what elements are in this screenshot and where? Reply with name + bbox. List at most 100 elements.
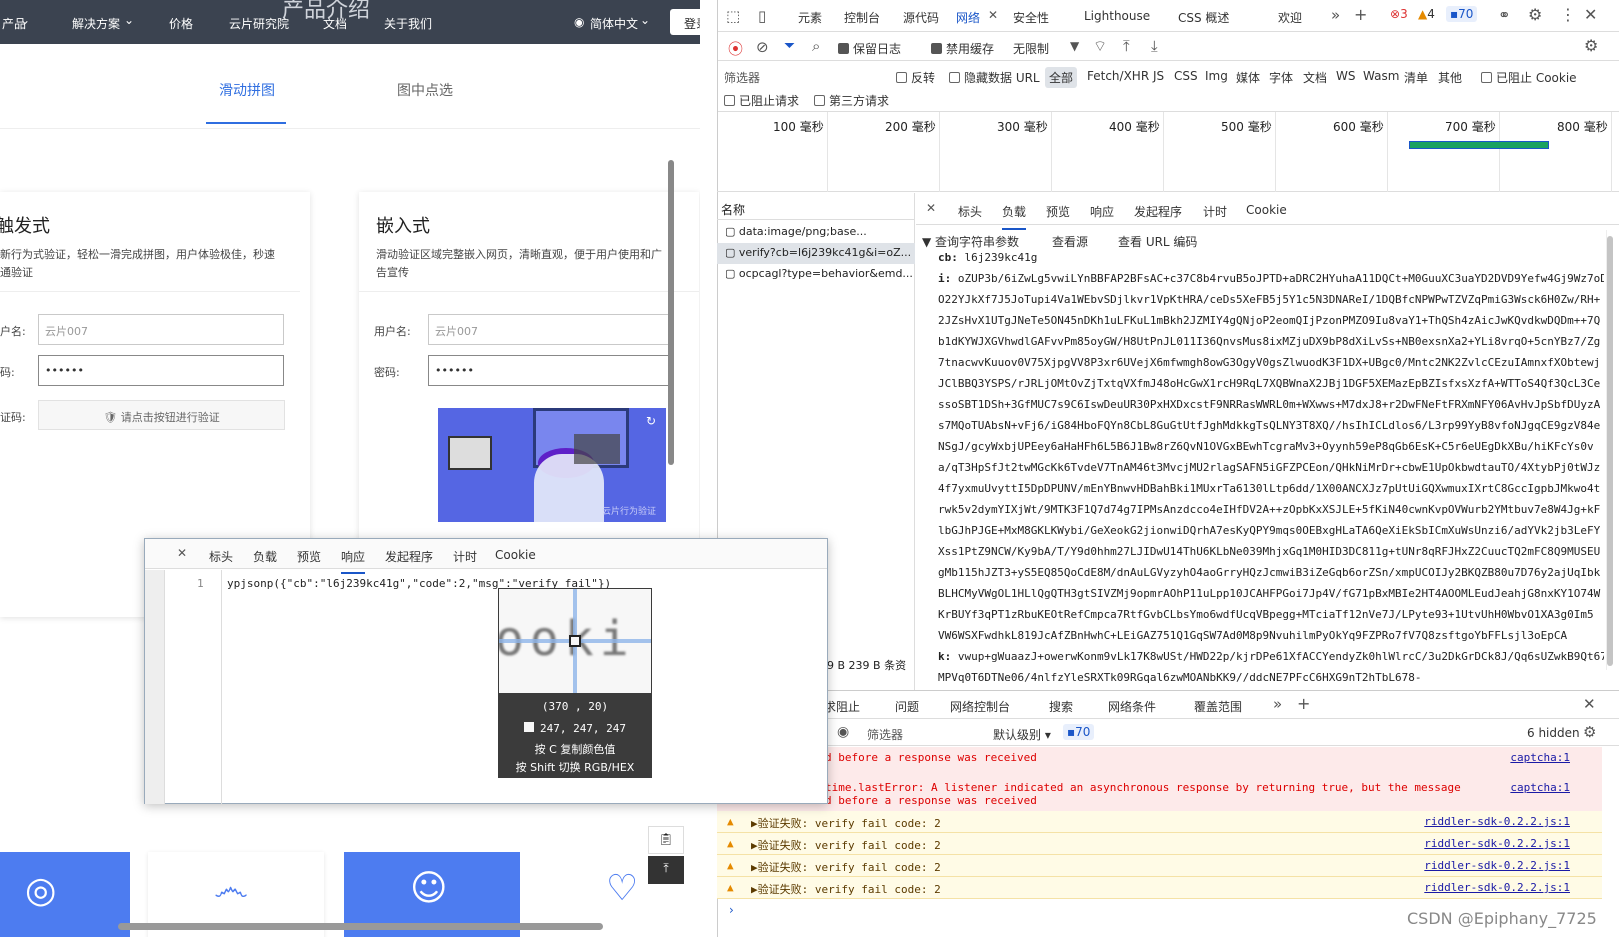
close-devtools-icon[interactable]: ✕ [1584,5,1597,24]
tab-welcome[interactable]: 欢迎 [1278,9,1302,26]
tab-response[interactable]: 响应 [1090,203,1114,220]
network-settings-icon[interactable]: ⚙ [1584,36,1598,55]
source-link[interactable]: riddler-sdk-0.2.2.js:1 [1424,815,1570,828]
filter-media[interactable]: 媒体 [1236,69,1260,86]
clipboard-icon[interactable]: 📋︎ [648,826,684,854]
tab-security[interactable]: 安全性 [1013,9,1049,26]
payload-scrollbar[interactable] [1606,230,1614,670]
tab-initiator[interactable]: 发起程序 [1134,203,1182,220]
third-party-checkbox[interactable]: 第三方请求 [814,92,889,109]
verify-button[interactable]: 🛡︎ 请点击按钮进行验证 [38,400,285,430]
username-input[interactable]: 云片007 [38,314,284,345]
tab-css-overview[interactable]: CSS 概述 [1178,9,1229,26]
inspect-icon[interactable]: ⬚ [726,7,740,25]
gear-icon[interactable]: ⚙ [1528,5,1542,24]
request-item-selected[interactable]: ▢ verify?cb=l6j239kc41g&i=oZ... [717,243,915,264]
request-item[interactable]: ▢ ocpcagl?type=behavior&emd... [717,264,915,285]
clear-icon[interactable]: ⊘ [756,38,769,56]
filter-fetch[interactable]: Fetch/XHR [1087,69,1149,83]
filter-input[interactable]: 筛选器 [724,69,760,86]
nav-solutions[interactable]: 解决方案 [72,15,120,32]
tab-lighthouse[interactable]: Lighthouse [1084,9,1150,23]
username-input[interactable]: 云片007 [428,314,674,345]
eye-icon[interactable]: ◉ [837,724,849,740]
record-icon[interactable]: ⦿ [728,38,743,59]
network-overview-timeline[interactable]: 100 毫秒 200 毫秒 300 毫秒 400 毫秒 500 毫秒 600 毫… [717,112,1619,192]
tab-issues[interactable]: 问题 [895,698,919,715]
filter-manifest[interactable]: 清单 [1404,69,1428,86]
view-source-link[interactable]: 查看源 [1052,233,1088,250]
download-icon[interactable]: ⤓ [1151,37,1158,55]
filter-doc[interactable]: 文档 [1303,69,1327,86]
tab-response[interactable]: 响应 [341,548,366,574]
password-input[interactable]: •••••• [428,355,674,386]
link-icon[interactable]: ⚭ [1498,6,1511,24]
view-url-encoded-link[interactable]: 查看 URL 编码 [1118,233,1197,250]
close-drawer-icon[interactable]: ✕ [1583,695,1596,713]
tab-timing[interactable]: 计时 [1203,203,1227,220]
log-level-select[interactable]: 默认级别 ▾ [993,726,1051,743]
source-link[interactable]: captcha:1 [1510,751,1570,764]
plus-icon[interactable]: + [1297,694,1310,713]
filter-css[interactable]: CSS [1174,69,1198,83]
tab-click-points[interactable]: 图中点选 [397,80,453,100]
page-scrollbar[interactable] [668,160,674,465]
tab-search[interactable]: 搜索 [1049,698,1073,715]
close-detail-icon[interactable]: ✕ [926,201,936,215]
filter-js[interactable]: JS [1153,69,1164,83]
horizontal-scrollbar[interactable] [118,923,603,930]
kebab-menu-icon[interactable]: ⋮ [1560,5,1576,24]
more-tabs-icon[interactable]: » [1273,695,1282,713]
tab-headers[interactable]: 标头 [209,548,233,565]
filter-img[interactable]: Img [1205,69,1228,83]
tab-sources[interactable]: 源代码 [903,9,939,26]
filter-font[interactable]: 字体 [1269,69,1293,86]
back-to-top-icon[interactable]: ⤒ [648,856,684,884]
device-icon[interactable]: ▯ [758,7,766,25]
console-prompt-icon[interactable]: › [729,903,734,917]
request-item[interactable]: ▢ data:image/png;base... [717,222,915,243]
warning-message[interactable]: ▶验证失败: verify fail code: 2 [751,861,941,874]
disable-cache-checkbox[interactable]: 禁用缓存 [931,40,994,57]
hide-data-url-checkbox[interactable]: 隐藏数据 URL [949,69,1040,86]
search-icon[interactable]: ⌕ [812,37,820,55]
filter-ws[interactable]: WS [1336,69,1355,83]
source-link[interactable]: riddler-sdk-0.2.2.js:1 [1424,881,1570,894]
tab-network-conditions[interactable]: 网络条件 [1108,698,1156,715]
source-link[interactable]: riddler-sdk-0.2.2.js:1 [1424,859,1570,872]
source-link[interactable]: captcha:1 [1510,781,1570,794]
console-filter-input[interactable]: 筛选器 [867,726,903,743]
captcha-puzzle-image[interactable]: ↻ 云片行为验证 [438,408,666,522]
tab-network[interactable]: 网络 [956,9,980,26]
wifi-icon[interactable]: ⌔ [1093,37,1107,56]
nav-research[interactable]: 云片研究院 [229,15,289,32]
tab-elements[interactable]: 元素 [798,9,822,26]
upload-icon[interactable]: ⤒ [1123,37,1130,55]
filter-icon[interactable]: ⏷ [784,38,795,54]
source-link[interactable]: riddler-sdk-0.2.2.js:1 [1424,837,1570,850]
throttle-select[interactable]: 无限制 [1013,40,1049,57]
console-message-badge[interactable]: ▪70 [1063,724,1095,740]
more-tabs-icon[interactable]: » [1331,6,1340,24]
nav-price[interactable]: 价格 [169,15,193,32]
tab-preview[interactable]: 预览 [1046,203,1070,220]
console-settings-icon[interactable]: ⚙ [1583,723,1596,741]
error-count[interactable]: ⊗3 [1390,7,1408,21]
filter-other[interactable]: 其他 [1438,69,1462,86]
tab-payload[interactable]: 负载 [253,548,277,565]
close-icon[interactable]: ✕ [988,8,998,22]
invert-checkbox[interactable]: 反转 [896,69,935,86]
filter-wasm[interactable]: Wasm [1363,69,1399,83]
filter-all[interactable]: 全部 [1045,67,1078,88]
tab-headers[interactable]: 标头 [958,203,982,220]
tab-coverage[interactable]: 覆盖范围 [1194,698,1242,715]
tab-cookie[interactable]: Cookie [495,548,536,562]
nav-about[interactable]: 关于我们 [384,15,432,32]
names-header[interactable]: 名称 [721,201,745,218]
tab-request-blocking[interactable]: 求阻止 [824,698,860,715]
close-icon[interactable]: ✕ [177,546,187,560]
warning-count[interactable]: ▲4 [1418,7,1435,21]
tab-cookie[interactable]: Cookie [1246,203,1287,217]
warning-message[interactable]: ▶验证失败: verify fail code: 2 [751,883,941,896]
tab-initiator[interactable]: 发起程序 [385,548,433,565]
